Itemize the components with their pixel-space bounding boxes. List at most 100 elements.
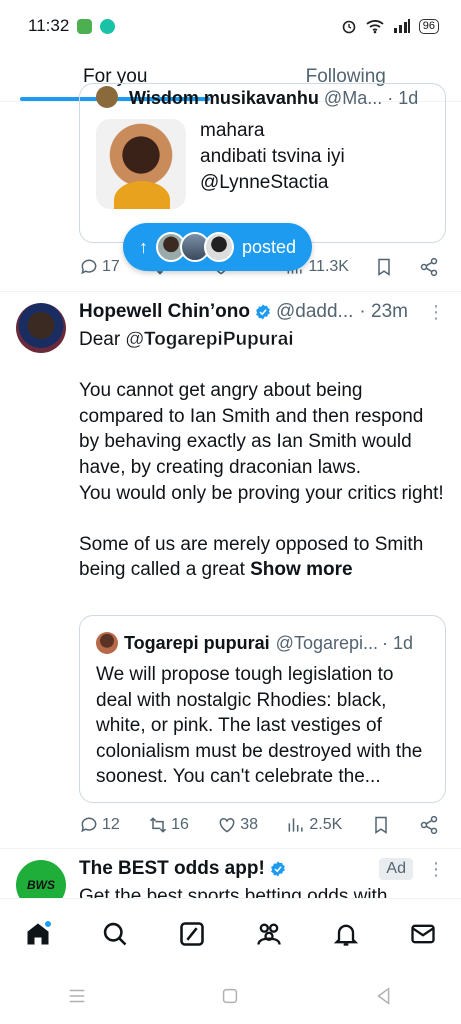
nav-notifications[interactable] xyxy=(326,914,366,954)
quoted-author-name: Togarepi pupurai xyxy=(124,632,270,653)
quoted-line-1: mahara xyxy=(200,120,265,141)
poster-avatars xyxy=(156,232,234,262)
views-icon xyxy=(288,818,303,832)
quoted-time: · 1d xyxy=(382,632,414,653)
heart-icon xyxy=(219,817,235,833)
nav-grok[interactable] xyxy=(172,914,212,954)
author-handle: @dadd... xyxy=(276,301,354,322)
communities-icon xyxy=(257,923,281,945)
tweet-greeting: Dear @TogarepiPupurai xyxy=(79,327,445,353)
signal-icon xyxy=(393,19,410,33)
nav-messages[interactable] xyxy=(403,914,443,954)
battery-level: 96 xyxy=(418,18,439,34)
reply-count: 17 xyxy=(102,258,120,275)
quoted-tweet-text: We will propose tough legislation to dea… xyxy=(96,664,423,788)
advertiser-logo-text: BWS xyxy=(27,878,55,892)
reply-icon xyxy=(81,817,97,833)
home-square-icon[interactable] xyxy=(219,985,241,1007)
back-icon[interactable] xyxy=(373,985,395,1007)
chat-notification-icon xyxy=(100,18,116,34)
view-count: 2.5K xyxy=(309,816,343,833)
view-count: 11.3K xyxy=(308,258,349,275)
verified-badge-icon xyxy=(270,861,285,877)
menu-icon[interactable] xyxy=(66,985,88,1007)
nav-communities[interactable] xyxy=(249,914,289,954)
advertiser-name[interactable]: The BEST odds app! xyxy=(79,858,265,880)
divider xyxy=(0,848,461,849)
search-icon xyxy=(104,922,127,945)
quoted-author-handle: @Togarepi... xyxy=(275,632,378,653)
tweet-paragraph-1: You cannot get angry about being compare… xyxy=(79,380,424,478)
tweet-time: · 23m xyxy=(359,301,408,322)
poster-avatar xyxy=(204,232,234,262)
mention-link[interactable]: @TogarepiPupurai xyxy=(125,329,293,350)
quoted-line-2: andibati tsvina iyi xyxy=(200,146,345,167)
status-icons: 96 xyxy=(341,18,439,34)
nav-home[interactable] xyxy=(18,914,58,954)
tweet-actions: 12 16 38 2.5K xyxy=(79,815,439,835)
quoted-line-3: @LynneStactia xyxy=(200,172,329,193)
grok-icon xyxy=(180,921,204,946)
tweet-text: Get the best sports betting odds with xyxy=(79,884,445,898)
tweet-paragraph-2: You would only be proving your critics r… xyxy=(79,482,444,504)
tweet-paragraph-3: Some of us are merely opposed to Smith b… xyxy=(79,532,445,583)
posted-label: posted xyxy=(242,236,297,257)
repost-count: 16 xyxy=(171,816,189,833)
quoted-media-thumbnail[interactable] xyxy=(96,119,186,209)
greeting-text: Dear xyxy=(79,329,126,350)
bookmark-icon xyxy=(374,816,387,834)
reply-button[interactable]: 17 xyxy=(79,257,120,277)
quoted-avatar xyxy=(96,86,118,108)
reply-button[interactable]: 12 xyxy=(79,815,120,835)
reply-icon xyxy=(81,259,97,275)
like-count: 38 xyxy=(240,816,259,833)
bell-icon xyxy=(333,924,358,946)
share-icon xyxy=(420,815,438,835)
status-time: 11:32 xyxy=(28,16,70,35)
repost-button[interactable]: 16 xyxy=(148,815,189,835)
mail-icon xyxy=(410,924,435,943)
verified-badge-icon xyxy=(256,304,270,320)
quoted-time: · 1d xyxy=(387,88,419,108)
new-content-dot xyxy=(44,919,53,928)
repost-icon xyxy=(150,817,167,833)
quoted-tweet-card[interactable]: Togarepi pupurai @Togarepi... · 1d We wi… xyxy=(79,615,446,803)
views-button[interactable]: 2.5K xyxy=(286,815,342,835)
system-navigation xyxy=(0,968,461,1024)
quoted-tweet-header: Wisdom musikavanhu @Ma... · 1d xyxy=(96,86,418,109)
tweet-header: Hopewell Chin’ono @dadd... · 23m ⋮ xyxy=(79,301,445,323)
bookmark-icon xyxy=(378,258,390,276)
show-more-link[interactable]: Show more xyxy=(250,559,352,580)
nav-search[interactable] xyxy=(95,914,135,954)
more-options-icon[interactable]: ⋮ xyxy=(427,302,445,323)
arrow-up-icon: ↑ xyxy=(139,236,148,257)
quoted-tweet-card[interactable]: Wisdom musikavanhu @Ma... · 1d mahara an… xyxy=(79,83,446,243)
ad-badge: Ad xyxy=(379,858,413,880)
like-button[interactable]: 38 xyxy=(217,815,258,835)
quoted-author-name: Wisdom musikavanhu xyxy=(129,88,319,108)
status-bar: 11:32 96 xyxy=(0,0,461,52)
author-avatar[interactable] xyxy=(16,303,66,353)
tweet-header: The BEST odds app! Ad ⋮ xyxy=(79,858,445,880)
more-options-icon[interactable]: ⋮ xyxy=(427,859,445,880)
share-icon xyxy=(420,257,438,277)
quoted-author-handle: @Ma... xyxy=(323,88,383,108)
wifi-icon xyxy=(366,20,384,34)
quoted-avatar xyxy=(96,632,118,654)
quoted-tweet-text: mahara andibati tsvina iyi @LynneStactia xyxy=(200,118,345,196)
author-name[interactable]: Hopewell Chin’ono xyxy=(79,301,250,323)
quoted-tweet-header: Togarepi pupurai @Togarepi... · 1d xyxy=(96,632,431,654)
bookmark-button[interactable] xyxy=(374,257,394,277)
ad-text: Get the best sports betting odds with xyxy=(79,886,388,898)
share-button[interactable] xyxy=(419,257,439,277)
divider xyxy=(0,291,461,292)
tweet-text: Dear @TogarepiPupurai You cannot get ang… xyxy=(79,327,445,583)
reply-count: 12 xyxy=(102,816,120,833)
app-notification-icon xyxy=(77,18,93,34)
alarm-icon xyxy=(342,20,356,34)
bookmark-button[interactable] xyxy=(371,815,391,835)
new-posts-pill[interactable]: ↑ posted xyxy=(123,223,313,271)
share-button[interactable] xyxy=(419,815,439,835)
